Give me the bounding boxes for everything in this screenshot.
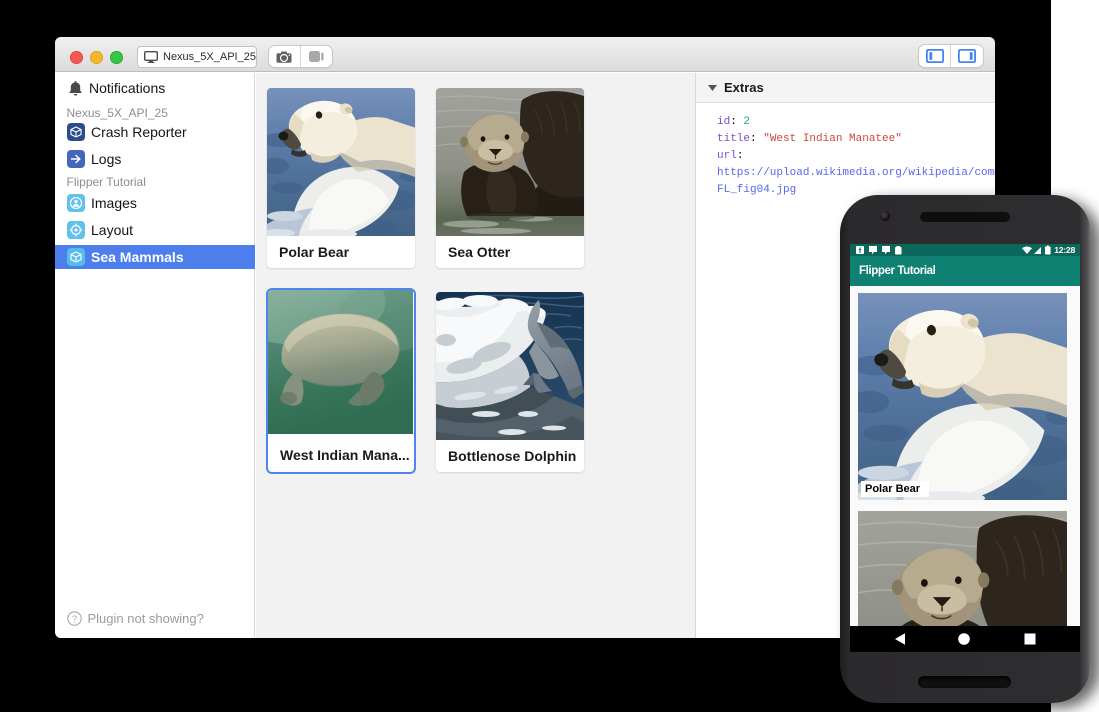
svg-text:?: ? xyxy=(71,614,76,625)
